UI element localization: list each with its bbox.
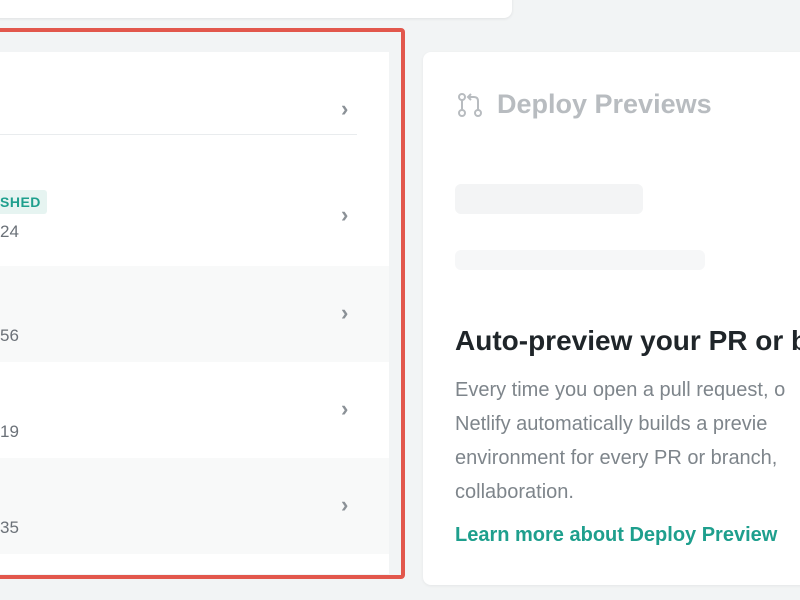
- git-pull-request-icon: [458, 93, 482, 117]
- learn-more-link[interactable]: Learn more about Deploy Preview: [455, 524, 777, 547]
- highlight-box: [0, 28, 405, 579]
- cta-description: Every time you open a pull request, o Ne…: [455, 373, 800, 509]
- cta-description-line: Every time you open a pull request, o: [455, 379, 786, 401]
- skeleton-placeholder: [455, 184, 643, 214]
- cta-description-line: environment for every PR or branch,: [455, 447, 778, 469]
- top-card: [0, 0, 512, 18]
- cta-description-line: collaboration.: [455, 481, 574, 503]
- card-title: Deploy Previews: [497, 89, 712, 119]
- cta-description-line: Netlify automatically builds a previe: [455, 413, 768, 435]
- skeleton-placeholder: [455, 250, 705, 270]
- cursor-icon: ˇ: [668, 0, 674, 4]
- cta-heading: Auto-preview your PR or br: [455, 325, 800, 356]
